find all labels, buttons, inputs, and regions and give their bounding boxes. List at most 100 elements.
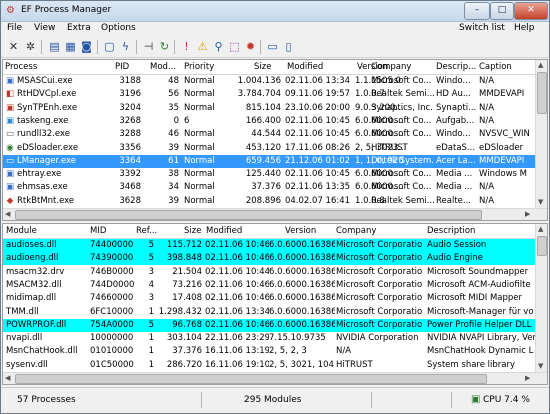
module-row[interactable]: MsnChatHook.dll 01010000 1 37.376 16.11.06 1… [3, 345, 535, 358]
process-column-4[interactable]: Size [254, 62, 271, 72]
module-row[interactable]: sysenv.dll 01C50000 1 286.720 16.11.06 19:10… [3, 359, 535, 372]
module-cell-ref: 1 [148, 306, 154, 317]
process-column-1[interactable]: PID [115, 62, 129, 72]
process-cell-pid: 3468 [119, 182, 141, 193]
module-list[interactable]: Module MID Ref... Size Modified Version Compan… [2, 223, 548, 385]
module-vertical-scrollbar[interactable]: ▲ ▼ [535, 224, 547, 372]
close-process-icon[interactable]: ✕ [6, 39, 21, 54]
module-row[interactable]: POWRPROF.dll 754A0000 5 96.768 02.11.06 10:4… [3, 318, 535, 332]
module-cell-ref: 1 [148, 346, 154, 357]
process-column-7[interactable]: Company [371, 62, 411, 72]
module-column-4[interactable]: Modified [206, 226, 242, 236]
process-icon: ▭ [5, 129, 15, 140]
tiles-horizontal-icon[interactable]: ▭ [265, 39, 280, 54]
module-row[interactable]: midimap.dll 74660000 3 17.408 02.11.06 10:46… [3, 292, 535, 305]
process-icon: ▣ [5, 182, 15, 193]
status-bar: 57 Processes 295 Modules ▣ CPU 7.4 % [1, 387, 549, 413]
module-cell-modified: 02.11.06 10:46 [205, 293, 269, 304]
process-row[interactable]: ▣ taskeng.exe 3268 0 6 166.400 02.11.06 10:45 6… [3, 115, 535, 128]
window-icon[interactable]: ◙ [79, 39, 94, 54]
process-cell-priority: Normal [184, 142, 215, 153]
process-hscroll-thumb[interactable] [15, 210, 482, 220]
properties-icon[interactable]: ▦ [63, 39, 78, 54]
module-row[interactable]: msacm32.drv 746B0000 3 21.504 02.11.06 10:44… [3, 266, 535, 279]
process-row[interactable]: ▭ LManager.exe 3364 61 Normal 659.456 21.12.06… [3, 154, 535, 168]
module-column-1[interactable]: MID [90, 226, 106, 236]
process-row[interactable]: ▣ ehtray.exe 3392 38 Normal 125.440 02.11.06 1… [3, 168, 535, 181]
menu-help[interactable]: Help [514, 23, 535, 33]
process-cell-modified: 17.11.06 08:26 [285, 142, 351, 153]
lightning-icon[interactable]: ϟ [118, 39, 133, 54]
module-hscroll-thumb[interactable] [15, 374, 487, 384]
module-row[interactable]: MSACM32.dll 744D0000 4 73.216 02.11.06 10:46… [3, 279, 535, 292]
module-horizontal-scrollbar[interactable]: ◀ ▶ [3, 372, 547, 384]
priority-high-icon[interactable]: ! [179, 39, 194, 54]
process-cell-size: 166.400 [245, 115, 281, 126]
module-cell-version: 6.0.6000.16386 ... [269, 293, 335, 304]
module-cell-company: Microsoft Corporation [336, 240, 422, 250]
module-cell-version: 7.15.10.9735 [269, 333, 326, 344]
process-cell-modified: 02.11.06 10:45 [285, 129, 351, 140]
process-cell-name: LManager.exe [17, 155, 76, 166]
module-row[interactable]: audioeng.dll 74390000 5 398.848 02.11.06 10:… [3, 252, 535, 266]
process-cell-caption: N/A [479, 195, 495, 206]
module-column-0[interactable]: Module [6, 226, 37, 236]
module-vscroll-thumb[interactable] [537, 236, 547, 256]
process-column-2[interactable]: Mod... [150, 62, 176, 72]
process-list[interactable]: Process PID Mod... Priority Size Modified Vers… [2, 59, 548, 221]
process-cell-caption: MMDEVAPI [479, 155, 525, 166]
module-cell-desc: Audio Engine [427, 253, 483, 264]
process-row[interactable]: ▣ MSASCui.exe 3188 48 Normal 1.004.136 02.11.0… [3, 75, 535, 88]
module-cell-mid: 01C50000 [90, 359, 134, 370]
settings-icon[interactable]: ▢ [102, 39, 117, 54]
module-cell-name: audioses.dll [6, 240, 57, 250]
process-row[interactable]: ◧ RtHDVCpl.exe 3196 56 Normal 3.784.704 09.11.… [3, 88, 535, 101]
close-button[interactable]: ✕ [514, 2, 548, 20]
process-cell-mod: 35 [168, 102, 179, 113]
tiles-vertical-icon[interactable]: ▯ [281, 39, 296, 54]
process-column-0[interactable]: Process [5, 62, 37, 72]
process-icon: ▣ [5, 102, 15, 113]
menu-view[interactable]: View [34, 23, 55, 33]
module-column-6[interactable]: Company [336, 226, 376, 236]
menu-file[interactable]: File [7, 23, 22, 33]
process-cell-caption: N/A [479, 102, 495, 113]
module-cell-ref: 5 [148, 253, 154, 264]
kill-all-icon[interactable]: ✲ [23, 39, 38, 54]
process-row[interactable]: ◉ eDSloader.exe 3356 39 Normal 453.120 17.11.0… [3, 142, 535, 155]
process-cell-desc: Media ... [436, 182, 473, 193]
process-vscroll-thumb[interactable] [537, 72, 547, 114]
search-icon[interactable]: ⚲ [211, 39, 226, 54]
module-column-5[interactable]: Version [285, 226, 316, 236]
module-cell-mid: 744D0000 [90, 279, 135, 290]
cpu-icon: ▣ [471, 394, 481, 405]
process-row[interactable]: ▣ ehmsas.exe 3468 34 Normal 37.376 02.11.06 13… [3, 181, 535, 194]
pin-icon[interactable]: ⊣ [141, 39, 156, 54]
refresh-icon[interactable]: ↻ [157, 39, 172, 54]
module-column-2[interactable]: Ref... [136, 226, 157, 236]
module-row[interactable]: TMM.dll 6FC10000 1 1.298.432 02.11.06 13:34 6… [3, 306, 535, 319]
process-column-5[interactable]: Modified [287, 62, 323, 72]
bug-icon[interactable]: ✹ [243, 39, 258, 54]
process-row[interactable]: ▭ rundll32.exe 3288 46 Normal 44.544 02.11.06 … [3, 128, 535, 141]
module-row[interactable]: nvapi.dll 10000000 1 303.104 22.11.06 23:29 7… [3, 332, 535, 345]
warning-icon[interactable]: ⚠ [195, 39, 210, 54]
process-row[interactable]: ▣ SynTPEnh.exe 3204 35 Normal 815.104 23.10.06… [3, 102, 535, 115]
module-column-7[interactable]: Description [427, 226, 475, 236]
document-icon[interactable]: ▤ [47, 39, 62, 54]
menu-switch-list[interactable]: Switch list [459, 23, 505, 33]
module-cell-size: 115.712 [166, 240, 202, 250]
process-row[interactable]: ◆ RtkBtMnt.exe 3628 39 Normal 208.896 04.02.07… [3, 195, 535, 208]
maximize-button[interactable]: □ [490, 2, 514, 20]
module-icon[interactable]: ⬚ [227, 39, 242, 54]
process-horizontal-scrollbar[interactable]: ◀ ▶ [3, 208, 547, 220]
process-vertical-scrollbar[interactable]: ▲ ▼ [535, 60, 547, 208]
process-column-8[interactable]: Descrip... [436, 62, 476, 72]
module-column-3[interactable]: Size [184, 226, 201, 236]
module-row[interactable]: audioses.dll 74400000 5 115.712 02.11.06 10:… [3, 239, 535, 252]
process-column-3[interactable]: Priority [184, 62, 214, 72]
process-column-9[interactable]: Caption [479, 62, 512, 72]
menu-options[interactable]: Options [101, 23, 136, 33]
minimize-button[interactable]: – [464, 2, 490, 20]
menu-extra[interactable]: Extra [67, 23, 91, 33]
